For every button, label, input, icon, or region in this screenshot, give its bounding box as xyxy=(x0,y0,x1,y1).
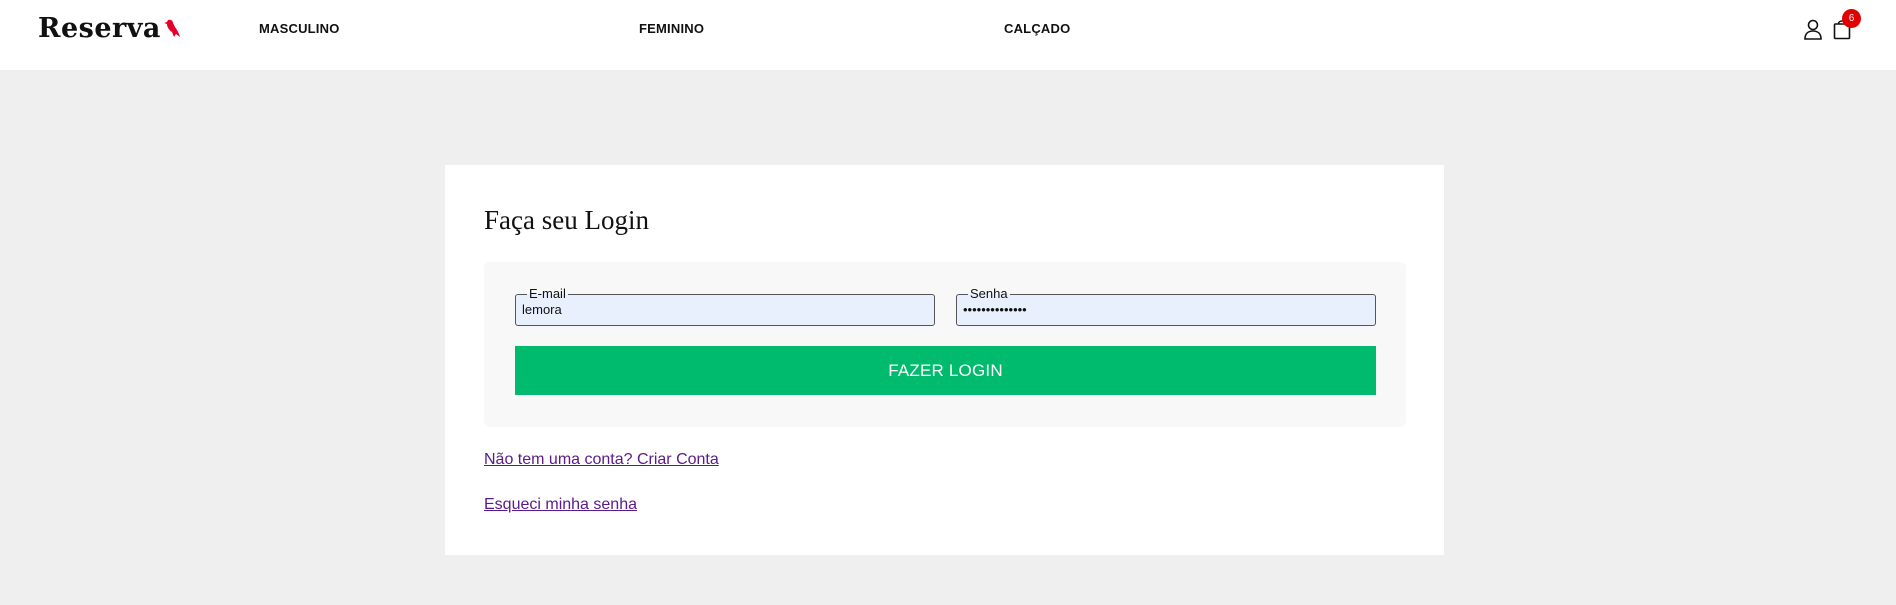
email-input[interactable] xyxy=(522,300,922,318)
nav-masculino[interactable]: MASCULINO xyxy=(259,21,340,36)
create-account-link[interactable]: Não tem uma conta? Criar Conta xyxy=(484,451,719,469)
nav-calcado[interactable]: CALÇADO xyxy=(1004,21,1070,36)
forgot-password-link[interactable]: Esqueci minha senha xyxy=(484,496,637,514)
email-field: E-mail xyxy=(515,286,935,326)
site-header: Reserva MASCULINO FEMININO CALÇADO 6 xyxy=(0,0,1896,70)
nav-feminino[interactable]: FEMININO xyxy=(639,21,704,36)
email-label: E-mail xyxy=(529,286,566,301)
password-label: Senha xyxy=(970,286,1008,301)
page-title: Faça seu Login xyxy=(484,205,649,235)
logo-text: Reserva xyxy=(38,12,161,44)
password-field: Senha xyxy=(956,286,1376,326)
cart-count-badge: 6 xyxy=(1842,9,1861,28)
login-button[interactable]: FAZER LOGIN xyxy=(515,346,1376,395)
user-icon[interactable] xyxy=(1803,18,1823,40)
logo[interactable]: Reserva xyxy=(38,10,181,46)
password-input[interactable] xyxy=(963,300,1363,318)
login-card: Faça seu Login E-mail Senha FAZER LOGIN … xyxy=(445,165,1444,555)
login-form: E-mail Senha FAZER LOGIN xyxy=(484,262,1406,427)
bird-icon xyxy=(163,19,180,37)
